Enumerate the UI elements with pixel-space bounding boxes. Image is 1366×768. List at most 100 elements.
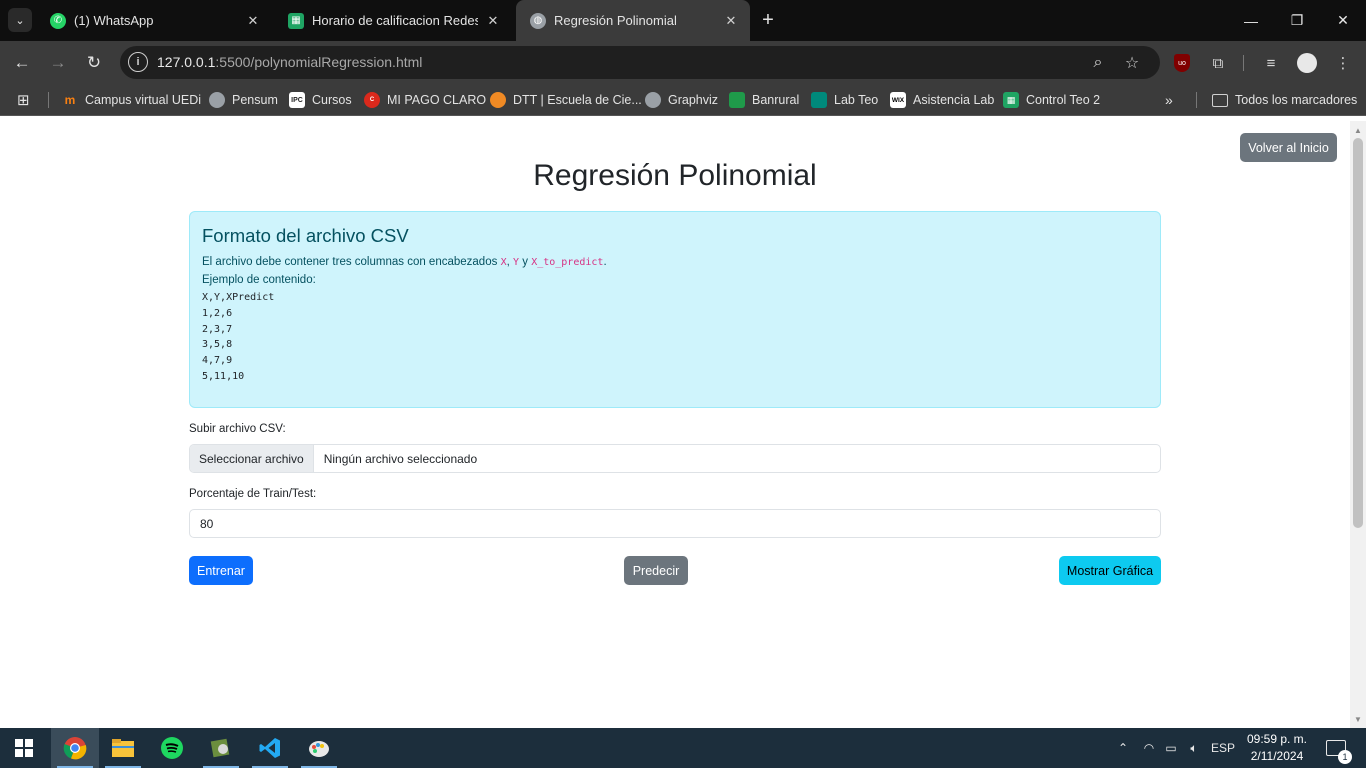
forward-button[interactable]: → [45, 50, 71, 76]
show-hidden-icons-button[interactable]: ⌃ [1112, 728, 1134, 768]
start-button[interactable] [0, 728, 48, 768]
choose-file-button[interactable]: Seleccionar archivo [190, 445, 314, 472]
taskbar-chrome[interactable] [51, 728, 99, 768]
taskbar-file-explorer[interactable] [99, 728, 147, 768]
clock[interactable]: 09:59 p. m. 2/11/2024 [1240, 731, 1314, 765]
bookmark-mi-pago-claro[interactable]: C MI PAGO CLARO [364, 90, 486, 110]
code-col-y: Y [513, 257, 520, 268]
scrollbar-thumb[interactable] [1353, 138, 1363, 528]
page-title: Regresión Polinomial [533, 159, 817, 192]
format-description: El archivo debe contener tres columnas c… [202, 256, 607, 268]
csv-line: 4,7,9 [202, 355, 233, 367]
split-label: Porcentaje de Train/Test: [189, 488, 317, 500]
tab-horario[interactable]: ▦ Horario de calificacion Redes 2 ✕ [274, 0, 512, 41]
bookmark-control-teo-2[interactable]: ▦ Control Teo 2 [1003, 90, 1100, 110]
page-content: Volver al Inicio Regresión Polinomial Fo… [0, 121, 1350, 728]
close-icon: ✕ [1337, 12, 1349, 28]
chevron-up-icon: ⌃ [1117, 741, 1129, 755]
wix-icon: WIX [890, 92, 906, 108]
dtt-icon [490, 92, 506, 108]
bookmark-campus-virtual[interactable]: m Campus virtual UEDi [62, 90, 201, 110]
menu-icon[interactable]: ⋮ [1332, 52, 1354, 74]
close-icon[interactable]: ✕ [244, 12, 262, 30]
chevron-down-icon: ⌄ [15, 14, 25, 27]
bookmark-banrural[interactable]: Banrural [729, 90, 799, 110]
close-icon[interactable]: ✕ [722, 12, 740, 30]
spotify-icon [161, 737, 183, 759]
volume-icon[interactable]: 🔈︎ [1183, 728, 1205, 768]
media-control-icon[interactable]: ≡ [1260, 52, 1282, 74]
url-path: :5500/polynomialRegression.html [215, 54, 423, 70]
close-icon[interactable]: ✕ [484, 12, 502, 30]
minimize-button[interactable]: — [1228, 0, 1274, 41]
window-close-button[interactable]: ✕ [1320, 0, 1366, 41]
battery-icon[interactable]: ▭ [1160, 728, 1182, 768]
site-info-icon[interactable]: i [128, 52, 148, 72]
csv-line: 3,5,8 [202, 339, 233, 351]
bookmarks-divider [48, 92, 49, 108]
bookmark-label: Asistencia Lab [913, 93, 995, 107]
bookmark-pensum[interactable]: Pensum [209, 90, 278, 110]
tab-strip: ⌄ ✆ (1) WhatsApp ✕ ▦ Horario de califica… [0, 0, 1366, 41]
train-button[interactable]: Entrenar [189, 556, 253, 585]
url-host: 127.0.0.1 [157, 54, 216, 70]
globe-icon [209, 92, 225, 108]
taskbar-paint[interactable] [295, 728, 343, 768]
apps-button[interactable]: ⊞ [17, 90, 30, 110]
back-button[interactable]: ← [9, 50, 35, 76]
scroll-down-icon[interactable]: ▼ [1350, 712, 1366, 726]
bookmark-label: Graphviz [668, 93, 719, 107]
bookmark-dtt[interactable]: DTT | Escuela de Cie... [490, 90, 642, 110]
google-meet-icon [811, 92, 827, 108]
new-tab-button[interactable]: + [757, 9, 779, 31]
more-bookmarks-button[interactable]: » [1165, 90, 1173, 110]
chevron-double-right-icon: » [1165, 92, 1173, 108]
bookmark-label: Cursos [312, 93, 352, 107]
bookmark-label: Control Teo 2 [1026, 93, 1101, 107]
scroll-up-icon[interactable]: ▲ [1350, 123, 1366, 137]
train-test-input[interactable]: 80 [189, 509, 1161, 538]
paint-icon [309, 741, 329, 757]
tab-regresion-polinomial[interactable]: ◍ Regresión Polinomial ✕ [516, 0, 750, 41]
extensions-icon[interactable]: ⧉ [1207, 52, 1229, 74]
arrow-right-icon: → [49, 53, 67, 72]
chrome-icon [63, 737, 87, 760]
address-bar[interactable]: i 127.0.0.1:5500/polynomialRegression.ht… [120, 46, 1160, 79]
bookmark-graphviz[interactable]: Graphviz [645, 90, 718, 110]
bookmark-cursos[interactable]: IPC Cursos [289, 90, 352, 110]
network-icon[interactable]: ◠ [1138, 728, 1160, 768]
bookmark-label: Lab Teo [834, 93, 879, 107]
star-icon[interactable]: ☆ [1122, 53, 1142, 73]
all-bookmarks-button[interactable]: Todos los marcadores [1212, 90, 1357, 110]
tab-whatsapp[interactable]: ✆ (1) WhatsApp ✕ [36, 0, 272, 41]
bookmarks-divider [1196, 92, 1197, 108]
csv-line: 5,11,10 [202, 370, 245, 382]
windows-logo-icon [15, 739, 33, 757]
format-heading: Formato del archivo CSV [202, 225, 409, 246]
bookmark-lab-teo[interactable]: Lab Teo [811, 90, 878, 110]
back-to-home-button[interactable]: Volver al Inicio [1240, 133, 1337, 162]
minimize-icon: — [1244, 12, 1258, 29]
bookmark-asistencia-lab[interactable]: WIX Asistencia Lab [890, 90, 994, 110]
taskbar-app[interactable] [197, 728, 245, 768]
csv-file-input[interactable]: Seleccionar archivo Ningún archivo selec… [189, 444, 1161, 473]
tab-search-button[interactable]: ⌄ [8, 8, 32, 32]
ublock-icon[interactable]: uo [1171, 52, 1193, 74]
taskbar-spotify[interactable] [148, 728, 196, 768]
taskbar-vscode[interactable] [246, 728, 294, 768]
predict-button[interactable]: Predecir [624, 556, 688, 585]
browser-toolbar: ← → ↻ i 127.0.0.1:5500/polynomialRegress… [0, 41, 1366, 84]
reload-button[interactable]: ↻ [81, 50, 107, 76]
language-indicator[interactable]: ESP [1208, 728, 1238, 768]
restore-button[interactable]: ❐ [1274, 0, 1320, 41]
csv-format-info: Formato del archivo CSV El archivo debe … [189, 211, 1161, 408]
zoom-icon[interactable]: ⌕ [1088, 53, 1108, 73]
url-text[interactable]: 127.0.0.1:5500/polynomialRegression.html [157, 54, 422, 70]
bookmarks-bar: ⊞ m Campus virtual UEDi Pensum IPC Curso… [0, 84, 1366, 116]
notification-center-button[interactable]: 1 [1318, 728, 1354, 768]
page-scrollbar[interactable]: ▲ ▼ [1350, 121, 1366, 728]
profile-avatar-icon[interactable] [1296, 52, 1318, 74]
desc-sep: y [522, 256, 528, 268]
show-chart-button[interactable]: Mostrar Gráfica [1059, 556, 1161, 585]
clock-time: 09:59 p. m. [1246, 732, 1308, 746]
